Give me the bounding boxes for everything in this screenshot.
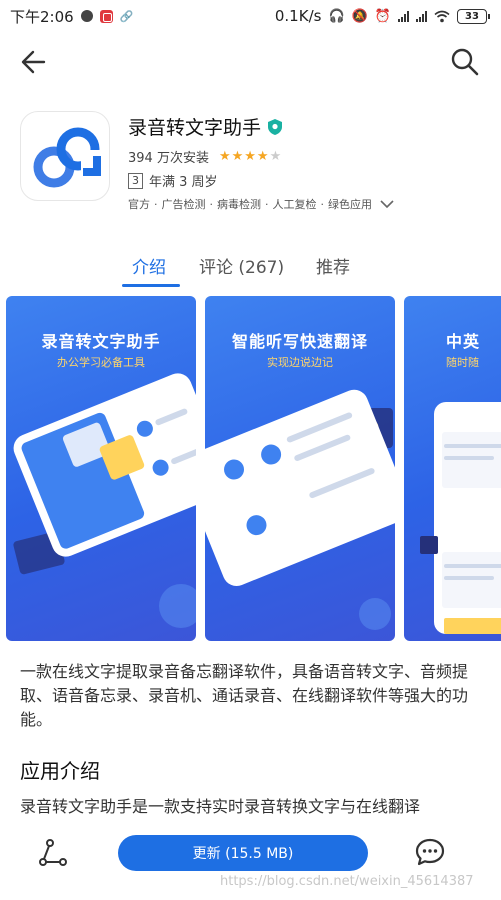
signal-icon (398, 10, 409, 22)
status-right: 0.1K/s 🎧 🔕 ⏰ 33 (274, 7, 490, 25)
rating-stars: ★★★★★ (219, 149, 282, 164)
age-text: 年满 3 周岁 (149, 175, 218, 190)
update-button[interactable]: 更新 (15.5 MB) (118, 835, 368, 871)
cert-label: 绿色应用 (328, 198, 372, 211)
cert-row[interactable]: 官方 · 广告检测 · 病毒检测 · 人工复检 · 绿色应用 (128, 196, 394, 212)
age-row: 3 年满 3 周岁 (128, 171, 218, 190)
alarm-icon: ⏰ (374, 8, 391, 24)
comment-icon[interactable] (414, 836, 446, 868)
app-icon (20, 111, 110, 201)
screenshot-2[interactable]: 智能听写快速翻译 实现边说边记 (205, 296, 395, 641)
cert-separator: · (320, 197, 325, 211)
tab-intro[interactable]: 介绍 (132, 253, 166, 278)
signal-icon-2 (416, 10, 427, 22)
cert-label: 人工复检 (272, 198, 317, 211)
app-logo-icon (33, 127, 103, 188)
headphone-icon: 🎧 (328, 8, 345, 24)
chevron-down-icon[interactable] (380, 199, 394, 209)
status-bar: 下午2:06 🔗 0.1K/s 🎧 🔕 ⏰ 33 (0, 0, 501, 32)
cert-label: 官方 (128, 198, 150, 211)
search-icon[interactable] (449, 46, 481, 78)
notification-dot-icon (80, 10, 93, 22)
install-row: 394 万次安装 ★★★★★ (128, 147, 282, 166)
screenshot-1[interactable]: 录音转文字助手 办公学习必备工具 (6, 296, 196, 641)
tab-indicator (122, 284, 180, 287)
phone-mockup-illustration (205, 389, 395, 630)
screenshot-carousel[interactable]: 录音转文字助手 办公学习必备工具 智能听写快速翻译 实现边说边记 中英 随时随 (0, 296, 501, 641)
cert-separator: · (154, 197, 158, 211)
cert-separator: · (209, 197, 214, 211)
section-title: 应用介绍 (20, 759, 100, 783)
phone-mockup-illustration (13, 373, 196, 628)
star-filled-icon: ★ (244, 149, 257, 164)
tab-recommend[interactable]: 推荐 (316, 253, 350, 278)
app-description: 一款在线文字提取录音备忘翻译软件，具备语音转文字、音频提取、语音备忘录、录音机、… (20, 662, 469, 729)
app-notification-icon (99, 9, 113, 23)
intro-text: 录音转文字助手是一款支持实时录音转换文字与在线翻译 (20, 797, 421, 816)
bottom-bar: 更新 (15.5 MB) https://blog.csdn.net/weixi… (0, 822, 501, 900)
watermark: https://blog.csdn.net/weixin_45614387 (220, 874, 474, 889)
phone-mockup-illustration (420, 402, 501, 634)
cert-label: 广告检测 (161, 198, 206, 211)
cert-label: 病毒检测 (217, 198, 261, 211)
tab-bar: 介绍 评论 (267) 推荐 (0, 253, 501, 287)
star-filled-icon: ★ (256, 149, 270, 164)
status-time: 下午2:06 (10, 7, 74, 26)
screenshot-3[interactable]: 中英 随时随 (404, 296, 501, 641)
status-left: 下午2:06 🔗 (10, 6, 133, 27)
star-filled-icon: ★ (218, 149, 232, 164)
install-count: 394 万次安装 (128, 151, 209, 166)
wifi-icon (434, 10, 450, 22)
mute-icon: 🔕 (351, 8, 368, 24)
verified-shield-icon (268, 118, 283, 135)
cert-separator: · (265, 197, 269, 211)
star-filled-icon: ★ (231, 149, 245, 164)
tab-reviews[interactable]: 评论 (267) (199, 253, 284, 278)
share-icon[interactable] (38, 838, 68, 868)
top-nav (0, 40, 501, 84)
back-arrow-icon[interactable] (18, 46, 50, 78)
net-speed: 0.1K/s (274, 7, 322, 25)
app-name: 录音转文字助手 (128, 117, 262, 139)
sync-icon: 🔗 (119, 9, 134, 23)
star-empty-icon: ★ (269, 149, 283, 164)
app-title-row: 录音转文字助手 (128, 113, 283, 140)
battery-icon: 33 (457, 8, 490, 24)
age-badge: 3 (128, 172, 143, 189)
